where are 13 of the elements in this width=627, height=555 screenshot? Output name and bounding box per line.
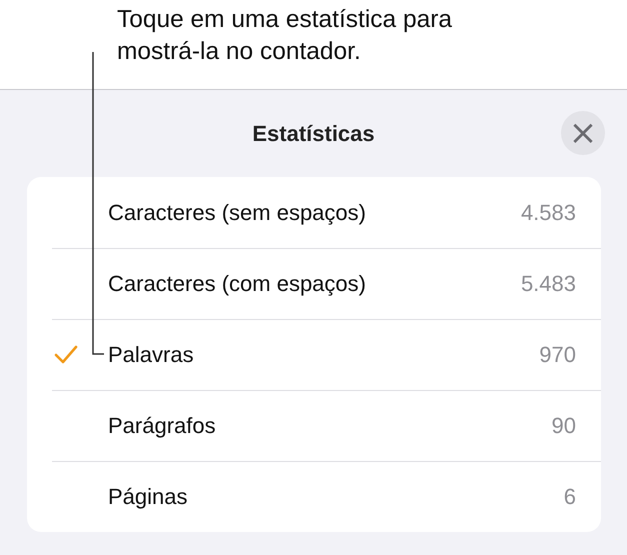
panel-title: Estatísticas: [252, 120, 375, 146]
statistic-label[interactable]: Palavras: [108, 342, 540, 368]
statistic-value: 970: [539, 342, 576, 368]
statistic-label[interactable]: Caracteres (sem espaços): [108, 200, 521, 226]
statistic-value: 4.583: [520, 200, 576, 226]
statistic-value: 6: [564, 484, 576, 510]
statistic-value: 5.483: [520, 270, 576, 296]
close-button[interactable]: ×: [561, 111, 605, 155]
statistic-label[interactable]: Páginas: [108, 484, 564, 510]
statistic-value: 90: [552, 412, 576, 438]
statistic-label[interactable]: Caracteres (com espaços): [108, 270, 521, 296]
callout-text: Toque em uma estatística para mostrá-la no contador.: [117, 6, 452, 65]
statistic-label[interactable]: Parágrafos: [108, 412, 552, 438]
